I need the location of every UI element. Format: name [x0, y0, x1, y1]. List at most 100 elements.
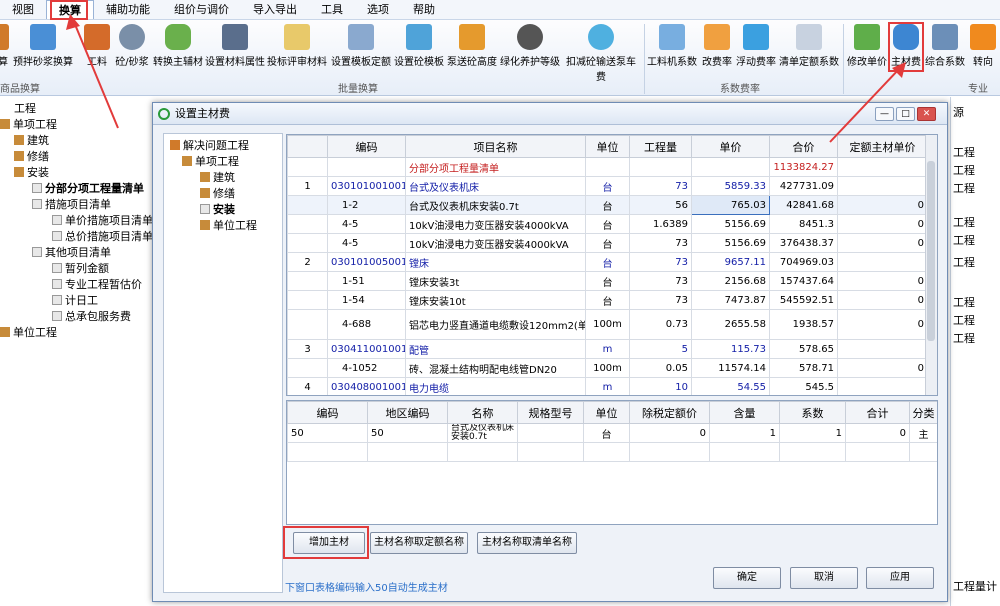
- ribbon-btn-change-rate[interactable]: 改费率: [700, 24, 734, 78]
- cell-unit[interactable]: 台: [583, 423, 630, 443]
- ribbon-btn-0[interactable]: 算: [0, 24, 10, 78]
- cell-unit[interactable]: 台: [585, 195, 630, 215]
- material-row-empty[interactable]: [287, 442, 937, 462]
- menu-help[interactable]: 帮助: [401, 0, 447, 19]
- tree-item[interactable]: 措施项目清单: [32, 197, 111, 213]
- menu-pricing[interactable]: 组价与调价: [162, 0, 241, 19]
- cell-name[interactable]: 镗床: [405, 252, 586, 272]
- cell-no[interactable]: 4: [287, 377, 328, 395]
- cell-code[interactable]: 50: [287, 423, 368, 443]
- menu-view[interactable]: 视图: [0, 0, 46, 19]
- cell-material-price[interactable]: 0: [837, 358, 928, 378]
- cell-total[interactable]: 0: [845, 423, 910, 443]
- cell-qty[interactable]: 56: [629, 195, 692, 215]
- cell-no[interactable]: [287, 271, 328, 291]
- cell-price[interactable]: 2655.58: [691, 309, 770, 340]
- ribbon-btn-composite-coef[interactable]: 综合系数: [923, 24, 967, 78]
- ribbon-btn-template-quota[interactable]: 设置模板定额: [330, 24, 392, 78]
- cell-qty[interactable]: 0.73: [629, 309, 692, 340]
- ok-button[interactable]: 确定: [713, 567, 781, 589]
- cell-name[interactable]: 分部分项工程量清单: [405, 157, 586, 177]
- cell-name[interactable]: 台式及仪表机床安装0.7t: [447, 423, 518, 443]
- tree-item[interactable]: 其他项目清单: [32, 245, 111, 261]
- cell-unit[interactable]: m: [585, 377, 630, 395]
- ribbon-btn-labor[interactable]: 工料: [84, 24, 110, 78]
- cell-no[interactable]: 2: [287, 252, 328, 272]
- table-row[interactable]: 1 030101001001 台式及仪表机床台 73 5859.33 427731.09: [287, 176, 928, 196]
- cell-code[interactable]: 1-51: [327, 271, 406, 291]
- cell-spec[interactable]: [517, 423, 584, 443]
- cell-region-code[interactable]: 50: [367, 423, 448, 443]
- cell-total[interactable]: 8451.3: [769, 214, 838, 234]
- table-row[interactable]: 2 030101005001 镗床台 73 9657.11 704969.03: [287, 252, 928, 272]
- cell-code[interactable]: 030101001001: [327, 176, 406, 196]
- cancel-button[interactable]: 取消: [790, 567, 858, 589]
- cell-code[interactable]: 1-2: [327, 195, 406, 215]
- cell-material-price[interactable]: 0: [837, 233, 928, 253]
- cell-material-price[interactable]: [837, 157, 928, 177]
- cell-total[interactable]: 427731.09: [769, 176, 838, 196]
- cell-price[interactable]: 54.55: [691, 377, 770, 395]
- material-row[interactable]: 50 50 台式及仪表机床安装0.7t 台 0 1 1 0 主: [287, 423, 937, 443]
- cell-no[interactable]: [287, 195, 328, 215]
- cell-material-price[interactable]: [837, 339, 928, 359]
- cell-name[interactable]: 电力电缆: [405, 377, 586, 395]
- cell-total[interactable]: 578.65: [769, 339, 838, 359]
- cell-name[interactable]: 10kV油浸电力变压器安装4000kVA: [405, 214, 586, 234]
- cell-code[interactable]: 030101005001: [327, 252, 406, 272]
- cell-total[interactable]: 1938.57: [769, 309, 838, 340]
- cell-price[interactable]: 7473.87: [691, 290, 770, 310]
- ribbon-btn-float-rate[interactable]: 浮动费率: [736, 24, 776, 78]
- tree-item[interactable]: 总价措施项目清单: [52, 229, 153, 245]
- ribbon-btn-concrete[interactable]: 砼/砂浆: [112, 24, 152, 78]
- cell-code[interactable]: 030408001001: [327, 377, 406, 395]
- cell-qty[interactable]: 1.6389: [629, 214, 692, 234]
- tree-item[interactable]: 单价措施项目清单: [52, 213, 153, 229]
- apply-button[interactable]: 应用: [866, 567, 934, 589]
- tree-item[interactable]: 修缮: [14, 149, 49, 165]
- minimize-button[interactable]: —: [875, 107, 894, 121]
- ribbon-btn-concrete-template[interactable]: 设置砼模板: [394, 24, 444, 78]
- dlg-tree-item[interactable]: 建筑: [200, 170, 235, 186]
- menu-aux[interactable]: 辅助功能: [94, 0, 162, 19]
- menu-options[interactable]: 选项: [355, 0, 401, 19]
- ribbon-btn-bid-review[interactable]: 投标评审材料: [266, 24, 328, 78]
- cell-price[interactable]: 5859.33: [691, 176, 770, 196]
- cell-material-price[interactable]: [837, 377, 928, 395]
- cell-code[interactable]: 1-54: [327, 290, 406, 310]
- cell-name[interactable]: 铝芯电力竖直通道电缆敷设120mm2(单芯): [405, 309, 586, 340]
- cell-content[interactable]: 1: [709, 423, 780, 443]
- cell-unit[interactable]: 台: [585, 233, 630, 253]
- table-row[interactable]: 1-2 台式及仪表机床安装0.7t 台 56 765.03 42841.68 0: [287, 195, 928, 215]
- ribbon-btn-pump-truck[interactable]: 扣减砼输送泵车费: [562, 24, 640, 83]
- cell-unit[interactable]: m: [585, 339, 630, 359]
- cell-material-price[interactable]: 0: [837, 271, 928, 291]
- cell-qty[interactable]: 0.05: [629, 358, 692, 378]
- cell-material-price[interactable]: [837, 176, 928, 196]
- cell-price[interactable]: 11574.14: [691, 358, 770, 378]
- dlg-tree-item[interactable]: 单位工程: [200, 218, 257, 234]
- cell-total[interactable]: 1133824.27: [769, 157, 838, 177]
- table-row[interactable]: 1-54 镗床安装10t 台 73 7473.87 545592.51 0: [287, 290, 928, 310]
- tree-item[interactable]: 安装: [14, 165, 49, 181]
- cell-no[interactable]: 1: [287, 176, 328, 196]
- cell-price[interactable]: 765.03: [691, 195, 770, 215]
- cell-no[interactable]: 3: [287, 339, 328, 359]
- cell-price[interactable]: 5156.69: [691, 214, 770, 234]
- cell-no[interactable]: [287, 290, 328, 310]
- cell-unit[interactable]: 台: [585, 271, 630, 291]
- cell-total[interactable]: 376438.37: [769, 233, 838, 253]
- cell-price[interactable]: 2156.68: [691, 271, 770, 291]
- cell-price[interactable]: 5156.69: [691, 233, 770, 253]
- menu-import-export[interactable]: 导入导出: [241, 0, 309, 19]
- tree-item[interactable]: 专业工程暂估价: [52, 277, 142, 293]
- cell-qty[interactable]: 5: [629, 339, 692, 359]
- ribbon-btn-pump-height[interactable]: 泵送砼高度: [446, 24, 498, 78]
- table-row[interactable]: 分部分项工程量清单 1133824.27: [287, 157, 928, 177]
- cell-unit[interactable]: 台: [585, 214, 630, 234]
- menu-tools[interactable]: 工具: [309, 0, 355, 19]
- cell-code[interactable]: 4-5: [327, 214, 406, 234]
- ribbon-btn-labor-coef[interactable]: 工料机系数: [646, 24, 698, 78]
- cell-material-price[interactable]: [837, 252, 928, 272]
- tree-item[interactable]: 建筑: [14, 133, 49, 149]
